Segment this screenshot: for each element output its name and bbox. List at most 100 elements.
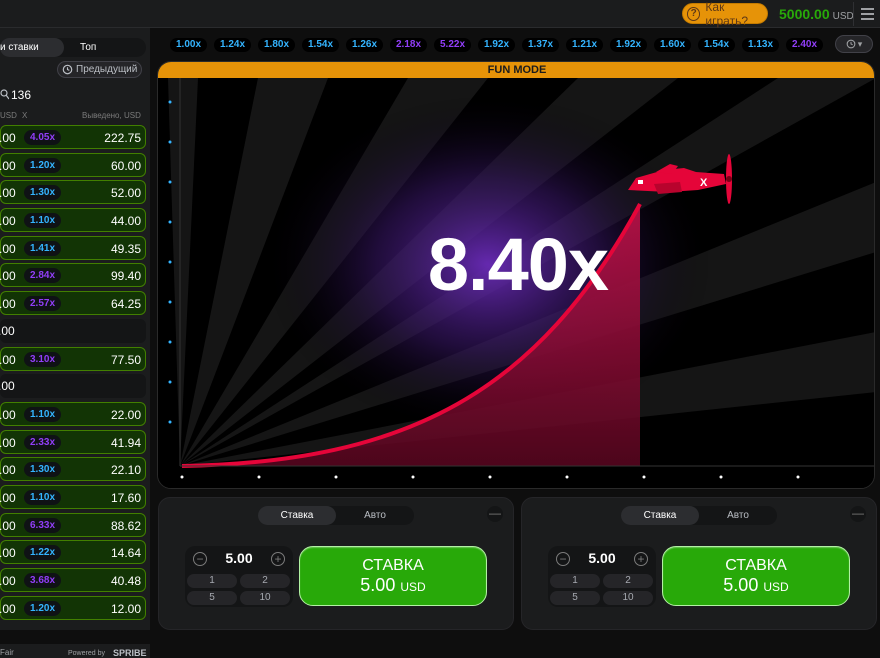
quick-amount-chip[interactable]: 1 bbox=[187, 574, 237, 588]
history-multiplier[interactable]: 1.37x bbox=[522, 38, 560, 52]
bet-amount: .00 bbox=[0, 518, 16, 533]
question-icon: ? bbox=[687, 6, 701, 21]
bet-amount: .00 bbox=[0, 546, 16, 561]
tab-bet[interactable]: Ставка bbox=[258, 506, 336, 525]
bet-button-label: СТАВКА bbox=[725, 557, 787, 574]
remove-panel-button[interactable]: — bbox=[850, 506, 866, 522]
history-icon bbox=[62, 64, 73, 75]
cashout-multiplier: 3.10x bbox=[24, 351, 62, 367]
history-multiplier[interactable]: 1.60x bbox=[654, 38, 692, 52]
bet-row: .00 1.30x 22.10 bbox=[0, 457, 146, 482]
bet-panel-1: Ставка Авто — −5.00 +1 2 5 10 СТАВКА 5.00 USD bbox=[158, 497, 514, 630]
cashout-amount: 88.62 bbox=[110, 518, 141, 533]
bet-button-currency: USD bbox=[763, 580, 789, 594]
balance-currency: USD bbox=[832, 11, 854, 22]
history-multiplier[interactable]: 1.54x bbox=[698, 38, 736, 52]
how-to-play-button[interactable]: ? Как играть? bbox=[682, 0, 768, 28]
history-multiplier[interactable]: 1.21x bbox=[566, 38, 604, 52]
cashout-amount: 60.00 bbox=[110, 158, 141, 173]
bet-row: .00 6.33x 88.62 bbox=[0, 512, 146, 537]
cashout-amount: 22.10 bbox=[110, 463, 141, 478]
history-multiplier[interactable]: 1.13x bbox=[742, 38, 780, 52]
history-multiplier[interactable]: 5.22x bbox=[434, 38, 472, 52]
cashout-multiplier: 2.84x bbox=[24, 268, 62, 284]
cashout-amount: 77.50 bbox=[110, 352, 141, 367]
cashout-multiplier: 2.33x bbox=[24, 434, 62, 450]
quick-amount-chip[interactable]: 5 bbox=[550, 591, 600, 605]
tab-auto[interactable]: Авто bbox=[336, 506, 414, 525]
place-bet-button[interactable]: СТАВКА 5.00 USD bbox=[299, 546, 487, 606]
menu-icon[interactable] bbox=[853, 2, 880, 26]
powered-by-label: Powered by bbox=[68, 650, 105, 657]
bet-row: .00 2.57x 64.25 bbox=[0, 291, 146, 316]
footer: Fair Powered by SPRIBE bbox=[0, 644, 150, 658]
how-to-play-label: Как играть? bbox=[705, 0, 748, 28]
tab-all-bets[interactable]: и ставки bbox=[0, 38, 64, 57]
cashout-amount: 52.00 bbox=[110, 186, 141, 201]
cashout-amount: 40.48 bbox=[110, 574, 141, 588]
cashout-amount: 41.94 bbox=[110, 435, 141, 450]
bets-count-value: 136 bbox=[11, 88, 32, 102]
history-multiplier[interactable]: 2.18x bbox=[390, 38, 428, 52]
history-multiplier[interactable]: 2.40x bbox=[786, 38, 824, 52]
previous-button[interactable]: Предыдущий bbox=[57, 61, 142, 78]
bet-row: .00 2.84x 99.40 bbox=[0, 263, 146, 288]
previous-label: Предыдущий bbox=[76, 64, 138, 75]
current-multiplier: 8.40x bbox=[427, 223, 609, 306]
tab-top[interactable]: Топ bbox=[80, 38, 96, 57]
bet-amount-stepper: −5.00 +1 2 5 10 bbox=[185, 546, 293, 607]
quick-amount-chip[interactable]: 2 bbox=[240, 574, 290, 588]
cashout-amount: 99.40 bbox=[110, 269, 141, 284]
quick-amount-chip[interactable]: 10 bbox=[603, 591, 653, 605]
bet-row: .00 1.10x 17.60 bbox=[0, 484, 146, 509]
bet-row: .00 bbox=[0, 318, 146, 343]
quick-amount-chip[interactable]: 1 bbox=[550, 574, 600, 588]
history-multiplier[interactable]: 1.92x bbox=[610, 38, 648, 52]
place-bet-button[interactable]: СТАВКА 5.00 USD bbox=[662, 546, 850, 606]
bet-row: .00 1.10x 22.00 bbox=[0, 401, 146, 426]
increase-button[interactable]: + bbox=[634, 552, 648, 566]
game-stage: X FUN MODE 8.40x bbox=[157, 61, 875, 489]
quick-amount-chip[interactable]: 2 bbox=[603, 574, 653, 588]
bet-amount-stepper: −5.00 +1 2 5 10 bbox=[548, 546, 656, 607]
history-multiplier[interactable]: 1.00x bbox=[170, 38, 208, 52]
history-toggle-button[interactable]: ▾ bbox=[835, 35, 873, 53]
tab-auto[interactable]: Авто bbox=[699, 506, 777, 525]
bet-row: .00 bbox=[0, 374, 146, 399]
tab-bet[interactable]: Ставка bbox=[621, 506, 699, 525]
bet-button-label: СТАВКА bbox=[362, 557, 424, 574]
bet-amount: .00 bbox=[0, 269, 16, 284]
bet-button-amount: 5.00 bbox=[360, 575, 396, 595]
cashout-amount: 12.00 bbox=[110, 601, 141, 616]
history-multiplier[interactable]: 1.92x bbox=[478, 38, 516, 52]
remove-panel-button[interactable]: — bbox=[487, 506, 503, 522]
history-multiplier[interactable]: 1.54x bbox=[302, 38, 340, 52]
cashout-multiplier: 1.10x bbox=[24, 489, 62, 505]
cashout-amount: 44.00 bbox=[110, 214, 141, 229]
history-multiplier[interactable]: 1.80x bbox=[258, 38, 296, 52]
bets-list: .00 4.05x 222.75 .00 1.20x 60.00 .00 1.30x 52.00… bbox=[0, 125, 146, 623]
cashout-multiplier: 1.20x bbox=[24, 157, 62, 173]
balance-amount: 5000.00 bbox=[779, 6, 830, 22]
bet-button-currency: USD bbox=[400, 580, 426, 594]
history-multiplier[interactable]: 1.24x bbox=[214, 38, 252, 52]
bet-button-amount: 5.00 bbox=[723, 575, 759, 595]
cashout-multiplier: 3.68x bbox=[24, 573, 62, 588]
increase-button[interactable]: + bbox=[271, 552, 285, 566]
bet-amount: .00 bbox=[0, 435, 16, 450]
history-multiplier[interactable]: 1.26x bbox=[346, 38, 384, 52]
bet-amount: .00 bbox=[0, 214, 16, 229]
provably-fair-label[interactable]: Fair bbox=[0, 648, 14, 657]
bet-amount: .00 bbox=[0, 297, 16, 312]
col-out-header: Выведено, USD bbox=[82, 111, 141, 120]
history-icon bbox=[846, 39, 856, 49]
bet-row: .00 3.10x 77.50 bbox=[0, 346, 146, 371]
cashout-multiplier: 1.20x bbox=[24, 600, 62, 616]
quick-amount-chip[interactable]: 5 bbox=[187, 591, 237, 605]
bet-row: .00 1.30x 52.00 bbox=[0, 180, 146, 205]
cashout-amount: 49.35 bbox=[110, 241, 141, 256]
bets-sidebar: и ставки Топ Предыдущий 136 USD X Выведе… bbox=[0, 28, 150, 658]
col-usd-header: USD bbox=[0, 111, 17, 120]
bet-amount: .00 bbox=[0, 158, 16, 173]
quick-amount-chip[interactable]: 10 bbox=[240, 591, 290, 605]
